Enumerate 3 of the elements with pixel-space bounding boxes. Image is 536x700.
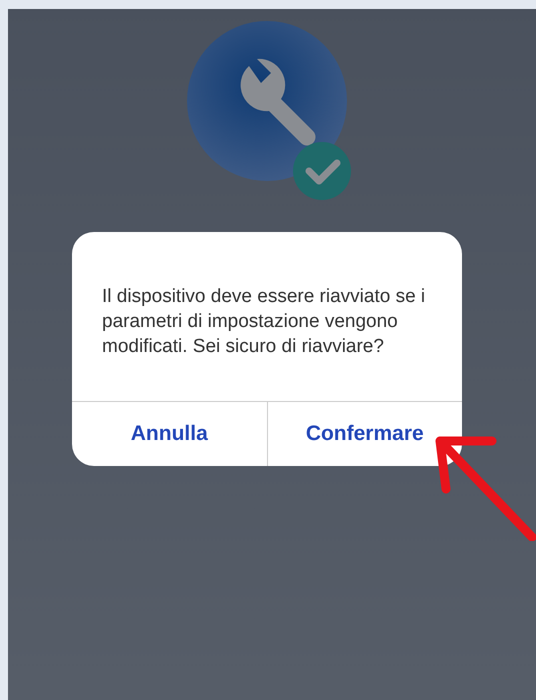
dialog-button[interactable]: Annulla (72, 402, 266, 466)
dialog-button[interactable]: Confermare (266, 402, 462, 466)
dialog-message: Il dispositivo deve essere riavviato se i parametri di impostazione vengono modificati. Sei sicuro di riavviare? (101, 285, 426, 359)
